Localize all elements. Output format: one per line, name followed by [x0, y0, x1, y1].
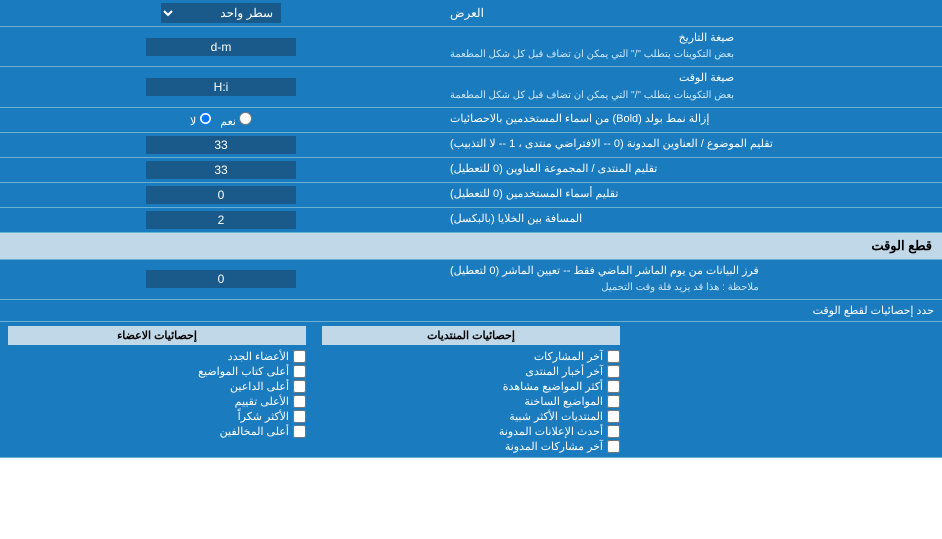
- limit-row: حدد إحصائيات لقطع الوقت: [0, 300, 942, 322]
- checkbox-most-thanked[interactable]: [293, 410, 306, 423]
- trim-topic-input[interactable]: [146, 136, 296, 154]
- trim-forum-label: تقليم المنتدى / المجموعة العناوين (0 للت…: [442, 158, 942, 182]
- checkbox-hot-topics[interactable]: [607, 395, 620, 408]
- cutoff-input-cell: [0, 260, 442, 299]
- list-item: أعلى كتاب المواضيع: [8, 365, 306, 378]
- bold-row: إزالة نمط بولد (Bold) من اسماء المستخدمي…: [0, 108, 942, 133]
- display-select-cell: سطر واحد سطرين ثلاثة أسطر: [0, 0, 442, 26]
- bold-no-label: لا: [190, 112, 212, 128]
- checkbox-blog-posts[interactable]: [607, 440, 620, 453]
- time-format-input[interactable]: [146, 78, 296, 96]
- checkbox-forum-news[interactable]: [607, 365, 620, 378]
- trim-topic-label: تقليم الموضوع / العناوين المدونة (0 -- ا…: [442, 133, 942, 157]
- cutoff-row: فرز البيانات من يوم الماشر الماضي فقط --…: [0, 260, 942, 300]
- checkbox-announcements[interactable]: [607, 425, 620, 438]
- forum-stats-col: إحصائيات المنتديات آخر المشاركات آخر أخب…: [314, 322, 628, 457]
- checkbox-new-members[interactable]: [293, 350, 306, 363]
- list-item: أعلى المخالفين: [8, 425, 306, 438]
- date-format-input[interactable]: [146, 38, 296, 56]
- spacing-input-cell: [0, 208, 442, 232]
- date-format-input-cell: [0, 27, 442, 66]
- trim-users-row: تقليم أسماء المستخدمين (0 للتعطيل): [0, 183, 942, 208]
- trim-forum-row: تقليم المنتدى / المجموعة العناوين (0 للت…: [0, 158, 942, 183]
- list-item: أحدث الإعلانات المدونة: [322, 425, 620, 438]
- list-item: آخر أخبار المنتدى: [322, 365, 620, 378]
- bold-radio-cell: نعم لا: [0, 108, 442, 132]
- display-select[interactable]: سطر واحد سطرين ثلاثة أسطر: [161, 3, 281, 23]
- list-item: المنتديات الأكثر شبية: [322, 410, 620, 423]
- list-item: المواضيع الساخنة: [322, 395, 620, 408]
- date-format-label: صيغة التاريخ بعض التكوينات يتطلب "/" الت…: [442, 27, 942, 66]
- member-stats-header: إحصائيات الاعضاء: [8, 326, 306, 345]
- trim-users-input[interactable]: [146, 186, 296, 204]
- bold-yes-radio[interactable]: [239, 112, 252, 125]
- checkbox-top-inviters[interactable]: [293, 380, 306, 393]
- cutoff-input[interactable]: [146, 270, 296, 288]
- trim-topic-row: تقليم الموضوع / العناوين المدونة (0 -- ا…: [0, 133, 942, 158]
- list-item: الأعلى تقييم: [8, 395, 306, 408]
- checkbox-most-viewed[interactable]: [607, 380, 620, 393]
- spacing-row: المسافة بين الخلايا (بالبكسل): [0, 208, 942, 233]
- trim-forum-input-cell: [0, 158, 442, 182]
- checkbox-section: إحصائيات المنتديات آخر المشاركات آخر أخب…: [0, 322, 942, 458]
- time-format-label: صيغة الوقت بعض التكوينات يتطلب "/" التي …: [442, 67, 942, 106]
- list-item: أكثر المواضيع مشاهدة: [322, 380, 620, 393]
- spacing-label: المسافة بين الخلايا (بالبكسل): [442, 208, 942, 232]
- bold-no-radio[interactable]: [199, 112, 212, 125]
- display-row: العرض سطر واحد سطرين ثلاثة أسطر: [0, 0, 942, 27]
- list-item: الأعضاء الجدد: [8, 350, 306, 363]
- time-format-row: صيغة الوقت بعض التكوينات يتطلب "/" التي …: [0, 67, 942, 107]
- empty-col: [628, 322, 942, 457]
- date-format-row: صيغة التاريخ بعض التكوينات يتطلب "/" الت…: [0, 27, 942, 67]
- trim-forum-input[interactable]: [146, 161, 296, 179]
- bold-yes-label: نعم: [220, 112, 252, 128]
- list-item: أعلى الداعين: [8, 380, 306, 393]
- checkbox-top-writers[interactable]: [293, 365, 306, 378]
- time-format-input-cell: [0, 67, 442, 106]
- checkbox-last-posts[interactable]: [607, 350, 620, 363]
- checkbox-top-violators[interactable]: [293, 425, 306, 438]
- checkbox-top-rated[interactable]: [293, 395, 306, 408]
- list-item: آخر المشاركات: [322, 350, 620, 363]
- cutoff-section-header: قطع الوقت: [0, 233, 942, 260]
- display-label: العرض: [442, 0, 942, 26]
- bold-label: إزالة نمط بولد (Bold) من اسماء المستخدمي…: [442, 108, 942, 132]
- trim-users-label: تقليم أسماء المستخدمين (0 للتعطيل): [442, 183, 942, 207]
- list-item: الأكثر شكراً: [8, 410, 306, 423]
- spacing-input[interactable]: [146, 211, 296, 229]
- list-item: آخر مشاركات المدونة: [322, 440, 620, 453]
- cutoff-label: فرز البيانات من يوم الماشر الماضي فقط --…: [442, 260, 942, 299]
- forum-stats-header: إحصائيات المنتديات: [322, 326, 620, 345]
- trim-users-input-cell: [0, 183, 442, 207]
- checkbox-most-forums[interactable]: [607, 410, 620, 423]
- trim-topic-input-cell: [0, 133, 442, 157]
- member-stats-col: إحصائيات الاعضاء الأعضاء الجدد أعلى كتاب…: [0, 322, 314, 457]
